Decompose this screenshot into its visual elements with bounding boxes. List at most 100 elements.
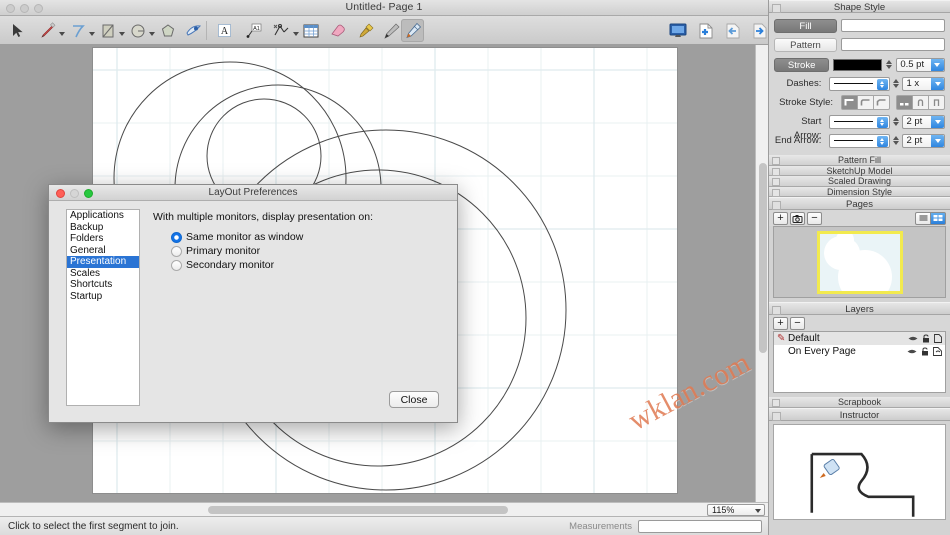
layer-row[interactable]: On Every Page — [774, 345, 945, 358]
circle-tool[interactable] — [126, 19, 155, 42]
square-cap-button[interactable] — [928, 95, 945, 110]
sidebar-item-folders[interactable]: Folders — [67, 233, 139, 245]
style-eyedropper-tool[interactable] — [354, 19, 377, 42]
zoom-level-dropdown[interactable]: 115% — [707, 504, 765, 516]
chevron-down-icon[interactable] — [931, 134, 945, 147]
eye-icon[interactable] — [908, 335, 918, 342]
page-icon[interactable] — [934, 334, 942, 343]
sidebar-item-startup[interactable]: Startup — [67, 291, 139, 303]
pages-thumbnail-strip[interactable] — [773, 226, 946, 298]
dialog-minimize-button[interactable] — [70, 189, 79, 198]
grid-view-button[interactable] — [930, 211, 946, 225]
pattern-toggle[interactable]: Pattern — [774, 37, 837, 52]
radio-option-primary-monitor[interactable]: Primary monitor — [171, 244, 447, 258]
text-tool[interactable]: A — [213, 19, 236, 42]
radio-button-icon[interactable] — [171, 245, 182, 257]
round-cap-button[interactable] — [912, 95, 929, 110]
sidebar-item-shortcuts[interactable]: Shortcuts — [67, 279, 139, 291]
chevron-updown-icon[interactable] — [876, 116, 888, 128]
fill-color-swatch[interactable] — [841, 19, 945, 32]
close-button[interactable]: Close — [389, 391, 439, 408]
lock-icon[interactable] — [921, 347, 929, 356]
preferences-sidebar[interactable]: Applications Backup Folders General Pres… — [66, 209, 140, 406]
offset-tool[interactable] — [182, 19, 205, 42]
split-tool[interactable] — [380, 19, 403, 42]
sidebar-item-scales[interactable]: Scales — [67, 268, 139, 280]
chevron-down-icon[interactable] — [59, 32, 65, 36]
sidebar-item-general[interactable]: General — [67, 245, 139, 257]
radio-option-secondary-monitor[interactable]: Secondary monitor — [171, 258, 447, 272]
select-arrow-tool[interactable] — [6, 19, 29, 42]
pencil-tool[interactable] — [36, 19, 65, 42]
chevron-down-icon[interactable] — [931, 115, 945, 128]
add-page-button[interactable] — [694, 19, 717, 42]
pattern-fill-panel[interactable]: Pattern Fill — [769, 155, 950, 166]
dash-scale-stepper[interactable] — [893, 77, 900, 91]
add-layer-button[interactable]: + — [773, 316, 788, 330]
list-view-button[interactable] — [915, 211, 931, 225]
radio-option-same-monitor[interactable]: Same monitor as window — [171, 230, 447, 244]
fill-toggle[interactable]: Fill — [774, 18, 837, 33]
delete-layer-button[interactable]: − — [790, 316, 805, 330]
start-arrow-dropdown[interactable] — [829, 114, 890, 129]
arc-tool[interactable] — [66, 19, 95, 42]
scaled-drawing-panel[interactable]: Scaled Drawing — [769, 176, 950, 187]
layers-panel-header[interactable]: Layers — [769, 302, 950, 315]
rectangle-tool[interactable] — [96, 19, 125, 42]
eye-icon[interactable] — [907, 348, 917, 355]
radio-button-icon[interactable] — [171, 259, 182, 271]
flat-cap-button[interactable] — [896, 95, 913, 110]
dash-pattern-dropdown[interactable] — [829, 76, 890, 91]
chevron-down-icon[interactable] — [930, 58, 944, 71]
polygon-tool[interactable] — [156, 19, 179, 42]
layer-row[interactable]: ✎ Default — [774, 332, 945, 345]
dash-scale-dropdown[interactable]: 1 x — [902, 76, 946, 91]
radio-button-icon[interactable] — [171, 231, 182, 243]
chevron-down-icon[interactable] — [931, 77, 945, 90]
end-arrow-size-dropdown[interactable]: 2 pt — [902, 133, 946, 148]
shared-page-icon[interactable] — [933, 347, 942, 356]
vertical-scrollbar-thumb[interactable] — [759, 163, 767, 353]
start-arrow-size-dropdown[interactable]: 2 pt — [902, 114, 946, 129]
horizontal-scrollbar-thumb[interactable] — [208, 506, 508, 514]
end-arrow-size-stepper[interactable] — [893, 134, 900, 148]
eraser-tool[interactable] — [326, 19, 349, 42]
sidebar-item-applications[interactable]: Applications — [67, 210, 139, 222]
label-tool[interactable]: A1 — [242, 19, 265, 42]
round-joint-button[interactable] — [857, 95, 874, 110]
sketchup-model-panel[interactable]: SketchUp Model — [769, 165, 950, 176]
pattern-swatch[interactable] — [841, 38, 945, 51]
end-arrow-dropdown[interactable] — [829, 133, 890, 148]
delete-page-button[interactable]: − — [807, 211, 822, 225]
add-page-button[interactable]: + — [773, 211, 788, 225]
start-presentation-button[interactable] — [666, 19, 689, 42]
stroke-toggle[interactable]: Stroke — [774, 57, 830, 72]
table-tool[interactable] — [299, 19, 322, 42]
measurements-input[interactable] — [638, 519, 762, 533]
sidebar-item-backup[interactable]: Backup — [67, 222, 139, 234]
page-thumbnail-1[interactable] — [816, 230, 903, 294]
shape-style-header[interactable]: Shape Style — [769, 0, 950, 13]
previous-page-button[interactable] — [721, 19, 744, 42]
chevron-updown-icon[interactable] — [876, 135, 888, 147]
join-tool[interactable] — [401, 19, 424, 42]
stroke-color-swatch[interactable] — [833, 58, 883, 71]
preferences-dialog[interactable]: LayOut Preferences Applications Backup F… — [48, 184, 458, 423]
dialog-close-button[interactable] — [56, 189, 65, 198]
horizontal-scrollbar[interactable]: 115% — [0, 502, 768, 516]
chevron-down-icon[interactable] — [119, 32, 125, 36]
chevron-updown-icon[interactable] — [876, 78, 888, 90]
lock-icon[interactable] — [922, 334, 930, 343]
chevron-down-icon[interactable] — [89, 32, 95, 36]
chevron-down-icon[interactable] — [149, 32, 155, 36]
dialog-zoom-button[interactable] — [84, 189, 93, 198]
start-arrow-size-stepper[interactable] — [893, 115, 900, 129]
dimension-style-panel[interactable]: Dimension Style — [769, 186, 950, 197]
pages-panel-header[interactable]: Pages — [769, 197, 950, 210]
dimension-tool[interactable] — [270, 19, 299, 42]
sidebar-item-presentation[interactable]: Presentation — [67, 256, 139, 268]
stroke-width-dropdown[interactable]: 0.5 pt — [896, 57, 945, 72]
stroke-width-stepper[interactable] — [885, 58, 893, 72]
instructor-panel-header[interactable]: Instructor — [769, 407, 950, 421]
scrapbook-panel[interactable]: Scrapbook — [769, 397, 950, 408]
